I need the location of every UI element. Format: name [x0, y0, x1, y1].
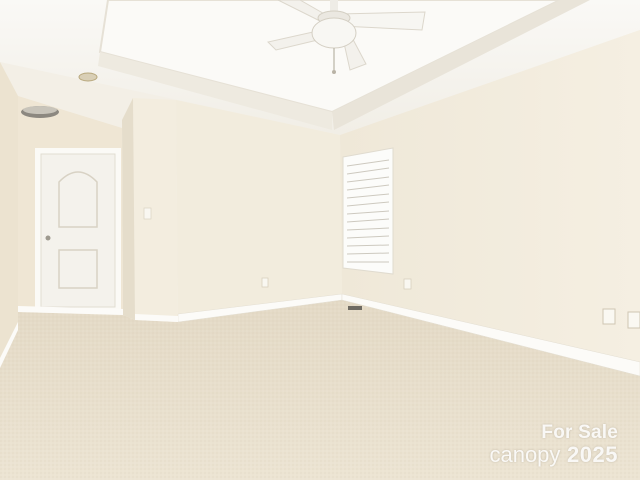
smoke-detector	[78, 72, 98, 82]
room-photo: For Sale canopy 2025	[0, 0, 640, 480]
watermark-year: 2025	[567, 442, 618, 467]
wall-outlet	[403, 278, 412, 290]
watermark-brand: canopy	[489, 442, 561, 467]
watermark-brand-line: canopy 2025	[438, 444, 618, 466]
door-knob	[45, 235, 51, 241]
partition-edge	[122, 98, 135, 320]
watermark-for-sale: For Sale	[541, 422, 618, 443]
hall-door	[40, 153, 116, 308]
left-wall	[0, 62, 18, 365]
floor-vent	[348, 306, 362, 310]
wall-outlet	[602, 308, 616, 325]
light-switch	[143, 207, 152, 220]
room-illustration	[0, 0, 640, 480]
wall-outlet	[627, 311, 640, 329]
partition-wall	[133, 98, 178, 322]
wall-outlet	[261, 277, 269, 288]
back-wall	[176, 100, 342, 322]
listing-watermark: For Sale canopy 2025	[438, 423, 618, 466]
